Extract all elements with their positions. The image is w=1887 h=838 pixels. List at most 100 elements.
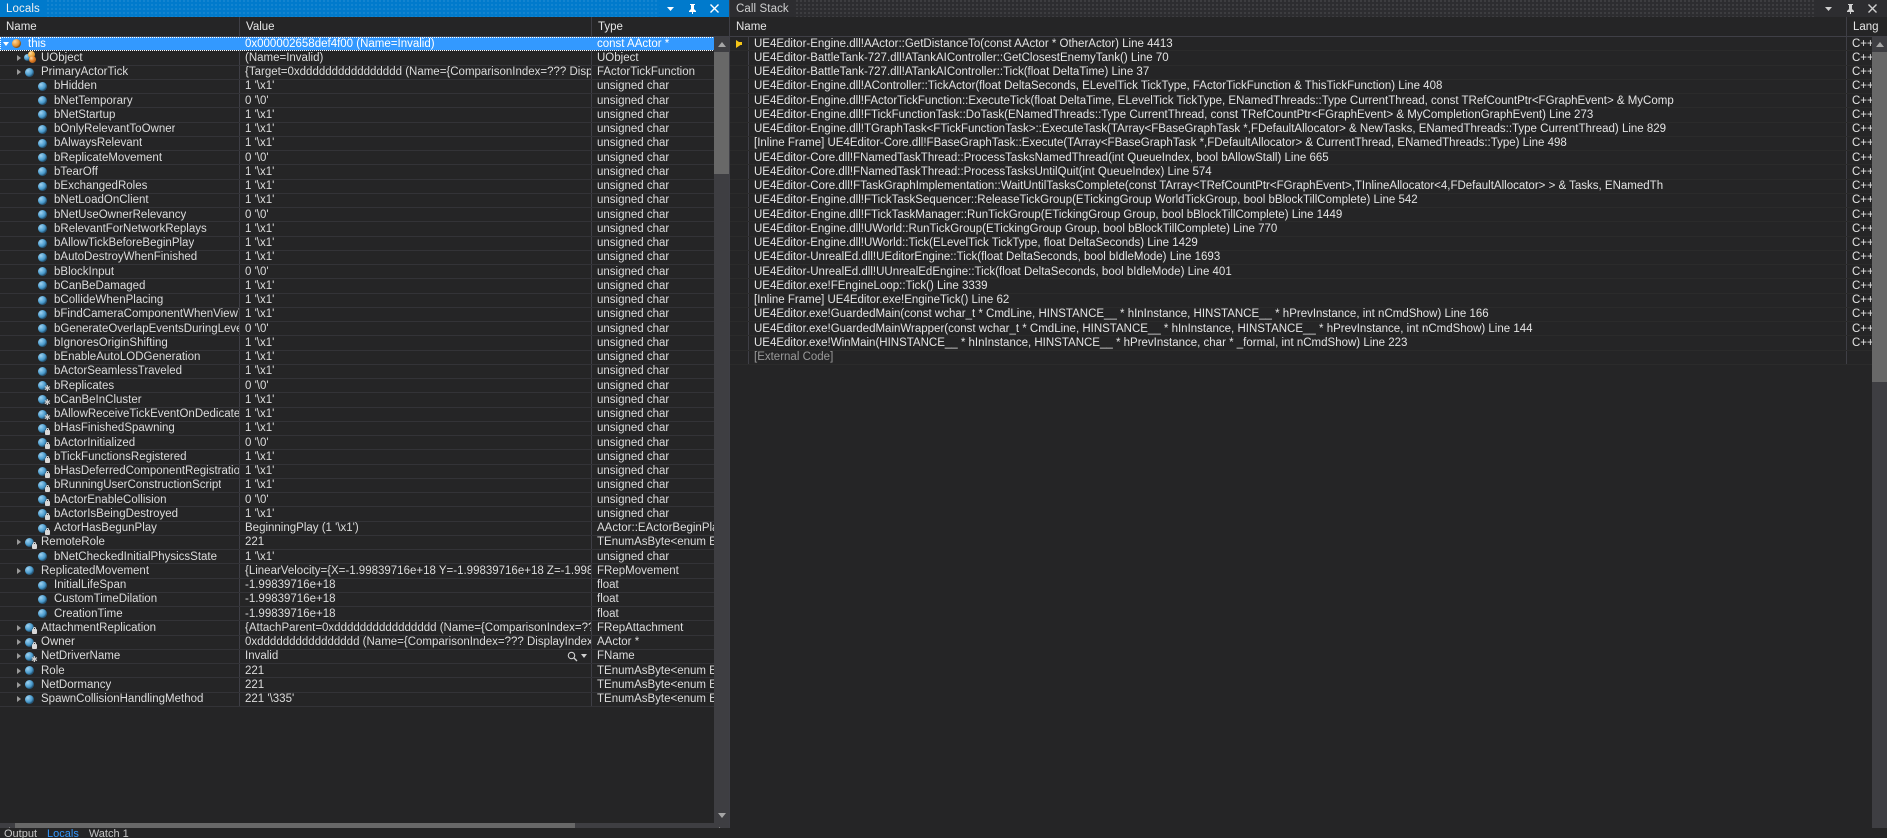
locals-row-value-cell[interactable]: 0x000002658def4f00 (Name=Invalid) <box>240 37 592 51</box>
call-stack-row[interactable]: UE4Editor-Engine.dll!UWorld::Tick(ELevel… <box>730 236 1887 251</box>
pin-icon[interactable] <box>685 1 700 16</box>
locals-row-name-cell[interactable]: bCanBeDamaged <box>0 279 240 293</box>
call-stack-row[interactable]: [Inline Frame] UE4Editor-Core.dll!FBaseG… <box>730 136 1887 151</box>
call-stack-row[interactable]: UE4Editor-UnrealEd.dll!UUnrealEdEngine::… <box>730 265 1887 280</box>
callstack-vscroll-thumb[interactable] <box>1872 52 1887 382</box>
locals-row-name-cell[interactable]: bActorEnableCollision <box>0 493 240 507</box>
tree-expand-icon[interactable] <box>13 636 24 649</box>
callstack-vscroll-track[interactable] <box>1872 52 1887 823</box>
call-stack-row[interactable]: UE4Editor.exe!WinMain(HINSTANCE__ * hInI… <box>730 336 1887 351</box>
locals-row[interactable]: RemoteRole 221 TEnumAsByte<enum ENe <box>0 535 729 550</box>
call-stack-row[interactable]: UE4Editor-Core.dll!FTaskGraphImplementat… <box>730 179 1887 194</box>
locals-row[interactable]: bActorIsBeingDestroyed 1 '\x1' unsigned ch… <box>0 507 729 522</box>
locals-row[interactable]: ✱ NetDriverName Invalid FName <box>0 649 729 664</box>
locals-row-name-cell[interactable]: bNetCheckedInitialPhysicsState <box>0 550 240 564</box>
locals-row[interactable]: bTearOff 1 '\x1' unsigned char <box>0 165 729 180</box>
locals-vertical-scrollbar[interactable] <box>714 37 729 823</box>
cs-scroll-up-arrow-icon[interactable] <box>1872 37 1887 52</box>
locals-row-value-cell[interactable]: 1 '\x1' <box>240 193 592 207</box>
locals-row-value-cell[interactable]: 1 '\x1' <box>240 165 592 179</box>
locals-row-name-cell[interactable]: ActorHasBegunPlay <box>0 521 240 535</box>
locals-vscroll-thumb[interactable] <box>714 52 729 174</box>
locals-row-name-cell[interactable]: ✱ NetDriverName <box>0 649 240 663</box>
locals-col-value[interactable]: Value <box>240 17 592 36</box>
locals-row[interactable]: NetDormancy 221 TEnumAsByte<enum ENe <box>0 678 729 693</box>
tree-expand-icon[interactable] <box>13 678 24 691</box>
locals-row-value-cell[interactable]: 1 '\x1' <box>240 236 592 250</box>
locals-row-value-cell[interactable]: 1 '\x1' <box>240 336 592 350</box>
locals-row-name-cell[interactable]: ReplicatedMovement <box>0 564 240 578</box>
locals-row-value-cell[interactable]: 1 '\x1' <box>240 136 592 150</box>
locals-row[interactable]: bRelevantForNetworkReplays 1 '\x1' unsigne… <box>0 222 729 237</box>
locals-row-name-cell[interactable]: UObject <box>0 51 240 65</box>
locals-row-value-cell[interactable]: {AttachParent=0xdddddddddddddddd (Name={… <box>240 621 592 635</box>
call-stack-row[interactable]: UE4Editor-BattleTank-727.dll!ATankAICont… <box>730 51 1887 66</box>
locals-row[interactable]: bNetCheckedInitialPhysicsState 1 '\x1' uns… <box>0 550 729 565</box>
locals-row-name-cell[interactable]: bActorIsBeingDestroyed <box>0 507 240 521</box>
locals-row[interactable]: bNetLoadOnClient 1 '\x1' unsigned char <box>0 193 729 208</box>
locals-row[interactable]: bAlwaysRelevant 1 '\x1' unsigned char <box>0 136 729 151</box>
locals-row-value-cell[interactable]: 1 '\x1' <box>240 450 592 464</box>
tree-expand-icon[interactable] <box>13 621 24 634</box>
locals-row-name-cell[interactable]: bRelevantForNetworkReplays <box>0 222 240 236</box>
close-icon[interactable] <box>707 1 722 16</box>
locals-row-name-cell[interactable]: bAllowTickBeforeBeginPlay <box>0 236 240 250</box>
locals-row[interactable]: UObject (Name=Invalid) UObject <box>0 51 729 66</box>
locals-row-value-cell[interactable]: 1 '\x1' <box>240 279 592 293</box>
locals-row-value-cell[interactable]: 1 '\x1' <box>240 478 592 492</box>
locals-row[interactable]: bExchangedRoles 1 '\x1' unsigned char <box>0 179 729 194</box>
locals-row[interactable]: bActorSeamlessTraveled 1 '\x1' unsigned ch… <box>0 364 729 379</box>
locals-row[interactable]: bOnlyRelevantToOwner 1 '\x1' unsigned char <box>0 122 729 137</box>
locals-row-value-cell[interactable]: 1 '\x1' <box>240 108 592 122</box>
locals-row-value-cell[interactable]: 221 <box>240 678 592 692</box>
value-visualizer-magnifier-icon[interactable] <box>567 651 587 662</box>
locals-row-value-cell[interactable]: 1 '\x1' <box>240 222 592 236</box>
locals-row-value-cell[interactable]: 1 '\x1' <box>240 250 592 264</box>
locals-row[interactable]: InitialLifeSpan -1.99839716e+18 float <box>0 578 729 593</box>
locals-row-name-cell[interactable]: bReplicateMovement <box>0 151 240 165</box>
locals-row-name-cell[interactable]: bNetTemporary <box>0 94 240 108</box>
locals-row[interactable]: bNetTemporary 0 '\0' unsigned char <box>0 94 729 109</box>
locals-row-name-cell[interactable]: CreationTime <box>0 607 240 621</box>
callstack-close-icon[interactable] <box>1865 1 1880 16</box>
locals-row-value-cell[interactable]: 1 '\x1' <box>240 79 592 93</box>
locals-row-name-cell[interactable]: bCollideWhenPlacing <box>0 293 240 307</box>
call-stack-row[interactable]: [Inline Frame] UE4Editor.exe!EngineTick(… <box>730 293 1887 308</box>
locals-row-value-cell[interactable]: 1 '\x1' <box>240 421 592 435</box>
locals-row[interactable]: ReplicatedMovement {LinearVelocity={X=-1.… <box>0 564 729 579</box>
locals-row-name-cell[interactable]: NetDormancy <box>0 678 240 692</box>
locals-row[interactable]: bAutoDestroyWhenFinished 1 '\x1' unsigned … <box>0 250 729 265</box>
locals-row-name-cell[interactable]: Owner <box>0 635 240 649</box>
locals-row-value-cell[interactable]: 0 '\0' <box>240 151 592 165</box>
call-stack-row[interactable]: UE4Editor-Engine.dll!TGraphTask<FTickFun… <box>730 122 1887 137</box>
locals-row[interactable]: bActorEnableCollision 0 '\0' unsigned char <box>0 493 729 508</box>
locals-row-value-cell[interactable]: 0 '\0' <box>240 322 592 336</box>
scroll-down-arrow-icon[interactable] <box>714 808 729 823</box>
locals-row[interactable]: ✱ bCanBeInCluster 1 '\x1' unsigned char <box>0 393 729 408</box>
call-stack-row[interactable]: UE4Editor-Engine.dll!AActor::GetDistance… <box>730 37 1887 52</box>
locals-row[interactable]: bRunningUserConstructionScript 1 '\x1' uns… <box>0 478 729 493</box>
locals-row[interactable]: SpawnCollisionHandlingMethod 221 '\335' TE… <box>0 692 729 707</box>
locals-row[interactable]: bEnableAutoLODGeneration 1 '\x1' unsigned … <box>0 350 729 365</box>
locals-row[interactable]: Owner 0xdddddddddddddddd (Name={Compariso… <box>0 635 729 650</box>
bottom-tab-watch-1[interactable]: Watch 1 <box>89 828 129 838</box>
locals-row-name-cell[interactable]: bEnableAutoLODGeneration <box>0 350 240 364</box>
tree-expand-icon[interactable] <box>13 664 24 677</box>
call-stack-row[interactable]: UE4Editor-Engine.dll!FTickTaskSequencer:… <box>730 193 1887 208</box>
locals-row[interactable]: Role 221 TEnumAsByte<enum ENe <box>0 664 729 679</box>
locals-row-value-cell[interactable]: 221 <box>240 664 592 678</box>
tree-expand-icon[interactable] <box>13 51 24 64</box>
locals-row-value-cell[interactable]: -1.99839716e+18 <box>240 578 592 592</box>
locals-row-name-cell[interactable]: SpawnCollisionHandlingMethod <box>0 692 240 706</box>
call-stack-row[interactable]: [External Code] <box>730 350 1887 365</box>
locals-row-name-cell[interactable]: bHasDeferredComponentRegistration <box>0 464 240 478</box>
locals-row-value-cell[interactable]: 0 '\0' <box>240 379 592 393</box>
call-stack-row[interactable]: UE4Editor-Engine.dll!FActorTickFunction:… <box>730 94 1887 109</box>
bottom-tab-output[interactable]: Output <box>4 828 37 838</box>
locals-col-type[interactable]: Type <box>592 17 729 36</box>
locals-row-name-cell[interactable]: PrimaryActorTick <box>0 65 240 79</box>
locals-row-value-cell[interactable]: 1 '\x1' <box>240 464 592 478</box>
locals-row[interactable]: AttachmentReplication {AttachParent=0xddd… <box>0 621 729 636</box>
locals-row-value-cell[interactable]: -1.99839716e+18 <box>240 607 592 621</box>
call-stack-row[interactable]: UE4Editor-BattleTank-727.dll!ATankAICont… <box>730 65 1887 80</box>
